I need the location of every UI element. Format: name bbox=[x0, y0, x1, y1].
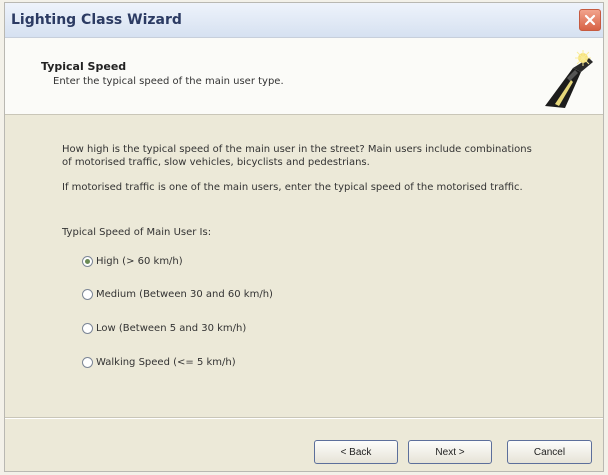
question-paragraph: How high is the typical speed of the mai… bbox=[62, 144, 532, 168]
radio-label-low[interactable]: Low (Between 5 and 30 km/h) bbox=[96, 323, 246, 334]
wizard-window: Lighting Class Wizard Typical Speed Ente… bbox=[4, 2, 604, 472]
radio-label-walking[interactable]: Walking Speed (<= 5 km/h) bbox=[96, 357, 236, 368]
back-button[interactable]: < Back bbox=[314, 440, 398, 464]
window-title: Lighting Class Wizard bbox=[11, 12, 182, 28]
radio-button[interactable] bbox=[82, 356, 93, 368]
radio-button-checked[interactable] bbox=[82, 255, 93, 267]
radio-medium[interactable]: Medium (Between 30 and 60 km/h) bbox=[82, 286, 273, 302]
title-bar[interactable]: Lighting Class Wizard bbox=[5, 3, 603, 38]
radio-low[interactable]: Low (Between 5 and 30 km/h) bbox=[82, 320, 246, 336]
close-icon bbox=[584, 14, 596, 26]
radio-label-medium[interactable]: Medium (Between 30 and 60 km/h) bbox=[96, 289, 273, 300]
speed-group-label: Typical Speed of Main User Is: bbox=[62, 227, 212, 238]
wizard-header: Typical Speed Enter the typical speed of… bbox=[5, 38, 603, 115]
street-light-logo-icon bbox=[545, 50, 593, 108]
radio-button[interactable] bbox=[82, 322, 93, 334]
radio-label-high[interactable]: High (> 60 km/h) bbox=[96, 256, 183, 267]
header-title: Typical Speed bbox=[41, 60, 127, 73]
radio-button[interactable] bbox=[82, 288, 93, 300]
close-button[interactable] bbox=[579, 9, 601, 31]
header-subtitle: Enter the typical speed of the main user… bbox=[53, 76, 284, 87]
instruction-paragraph: If motorised traffic is one of the main … bbox=[62, 182, 523, 193]
radio-walking[interactable]: Walking Speed (<= 5 km/h) bbox=[82, 354, 236, 370]
cancel-button[interactable]: Cancel bbox=[507, 440, 592, 464]
footer-separator bbox=[5, 417, 603, 419]
radio-high[interactable]: High (> 60 km/h) bbox=[82, 253, 183, 269]
wizard-content: How high is the typical speed of the mai… bbox=[5, 115, 603, 415]
next-button[interactable]: Next > bbox=[408, 440, 492, 464]
